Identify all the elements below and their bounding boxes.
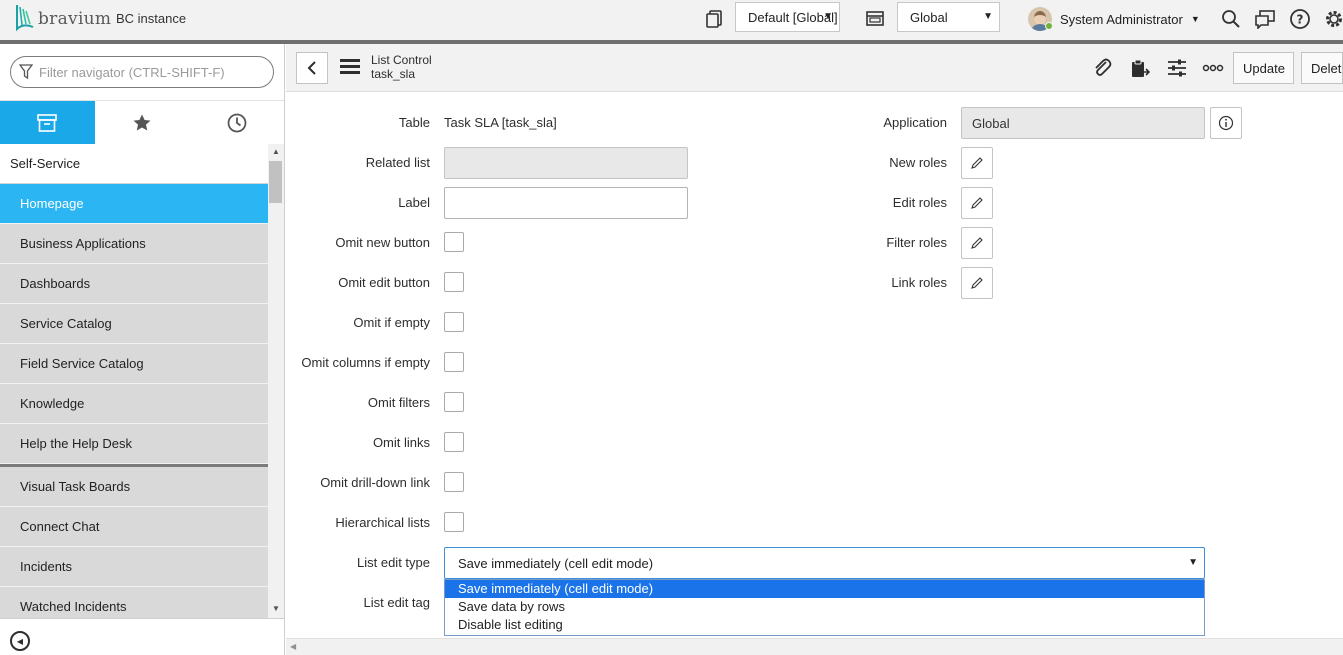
navigator-scrollbar[interactable]: ▲ ▼ xyxy=(268,144,284,618)
top-banner: bravium BC instance Default [Global] ▼ G… xyxy=(0,0,1343,40)
label-label: Label xyxy=(398,195,430,210)
omit-drill-down-link-checkbox[interactable] xyxy=(444,472,464,492)
logo[interactable]: bravium xyxy=(14,3,111,35)
user-name: System Administrator xyxy=(1060,11,1183,27)
omit-new-button-label: Omit new button xyxy=(335,235,430,250)
list-edit-type-dropdown: Save immediately (cell edit mode) Save d… xyxy=(444,579,1205,636)
form-header: List Control task_sla Update Delete xyxy=(286,44,1343,92)
omit-drill-down-link-label: Omit drill-down link xyxy=(320,475,430,490)
omit-links-checkbox[interactable] xyxy=(444,432,464,452)
list-edit-tag-label: List edit tag xyxy=(363,595,431,610)
list-edit-type-select[interactable]: Save immediately (cell edit mode) ▼ xyxy=(444,547,1205,579)
related-list-label: Related list xyxy=(365,155,430,170)
form-title: List Control task_sla xyxy=(371,53,432,81)
chevron-down-icon: ▼ xyxy=(983,11,993,22)
pencil-icon xyxy=(971,237,983,249)
navigator-footer: ◀ xyxy=(0,618,284,655)
help-icon[interactable]: ? xyxy=(1289,8,1311,30)
new-roles-label: New roles xyxy=(889,155,947,170)
scope-select[interactable]: Default [Global] ▼ xyxy=(735,2,840,32)
search-icon[interactable] xyxy=(1220,8,1242,30)
logo-text: bravium xyxy=(38,9,112,29)
instance-name: BC instance xyxy=(116,11,187,26)
info-icon xyxy=(1218,115,1234,131)
connect-chat-icon[interactable] xyxy=(1254,8,1276,30)
svg-text:?: ? xyxy=(1297,13,1304,27)
omit-new-button-checkbox[interactable] xyxy=(444,232,464,252)
application-select[interactable]: Global ▼ xyxy=(897,2,1000,32)
settings-sliders-icon[interactable] xyxy=(1165,56,1189,80)
gear-icon[interactable] xyxy=(1323,8,1343,30)
related-list-field xyxy=(444,147,688,179)
application-field: Global xyxy=(961,107,1205,139)
edit-roles-label: Edit roles xyxy=(892,195,947,210)
table-value: Task SLA [task_sla] xyxy=(444,115,557,130)
update-button[interactable]: Update xyxy=(1233,52,1294,84)
application-label: Application xyxy=(883,115,947,130)
label-field[interactable] xyxy=(444,187,688,219)
list-control-form: Table Task SLA [task_sla] Related list L… xyxy=(286,93,1343,638)
table-label: Table xyxy=(398,115,430,130)
navigator-list: Self-Service Homepage Business Applicati… xyxy=(0,144,268,618)
chevron-left-icon xyxy=(307,61,316,75)
hamburger-menu-icon[interactable] xyxy=(340,59,360,75)
more-options-icon[interactable] xyxy=(1201,56,1225,80)
omit-if-empty-label: Omit if empty xyxy=(353,315,430,330)
omit-links-label: Omit links xyxy=(372,435,430,450)
chevron-down-icon: ▼ xyxy=(1188,557,1198,568)
horizontal-scrollbar[interactable]: ◀ xyxy=(286,638,1343,655)
caret-down-icon: ▼ xyxy=(1190,14,1200,24)
omit-filters-checkbox[interactable] xyxy=(444,392,464,412)
hierarchical-lists-checkbox[interactable] xyxy=(444,512,464,532)
pencil-icon xyxy=(971,197,983,209)
edit-edit-roles-button[interactable] xyxy=(961,187,993,219)
hierarchical-lists-label: Hierarchical lists xyxy=(335,515,430,530)
dropdown-option-save-immediately[interactable]: Save immediately (cell edit mode) xyxy=(445,580,1204,598)
pencil-icon xyxy=(971,157,983,169)
collapse-navigator-button[interactable]: ◀ xyxy=(10,631,30,651)
paperclip-icon[interactable] xyxy=(1090,56,1114,80)
list-edit-type-value: Save immediately (cell edit mode) xyxy=(458,556,654,571)
application-value: Global xyxy=(972,116,1010,131)
domain-picker-icon[interactable] xyxy=(703,8,725,30)
link-roles-label: Link roles xyxy=(891,275,947,290)
edit-link-roles-button[interactable] xyxy=(961,267,993,299)
filter-roles-label: Filter roles xyxy=(886,235,947,250)
pencil-icon xyxy=(971,277,983,289)
application-picker-icon[interactable] xyxy=(864,8,886,30)
filter-icon xyxy=(19,64,33,80)
delete-button[interactable]: Delete xyxy=(1301,52,1343,84)
dropdown-option-disable-list-editing[interactable]: Disable list editing xyxy=(445,616,1204,634)
edit-new-roles-button[interactable] xyxy=(961,147,993,179)
dropdown-option-save-by-rows[interactable]: Save data by rows xyxy=(445,598,1204,616)
form-title-text: List Control xyxy=(371,53,432,67)
presence-indicator xyxy=(1045,22,1053,30)
edit-filter-roles-button[interactable] xyxy=(961,227,993,259)
scroll-left-arrow-icon[interactable]: ◀ xyxy=(290,642,296,651)
omit-edit-button-checkbox[interactable] xyxy=(444,272,464,292)
filter-navigator-placeholder: Filter navigator (CTRL-SHIFT-F) xyxy=(39,64,225,80)
back-button[interactable] xyxy=(296,52,328,84)
triangle-left-icon: ◀ xyxy=(16,636,24,646)
chevron-down-icon: ▼ xyxy=(823,11,833,22)
form-subtitle-text: task_sla xyxy=(371,67,416,81)
omit-if-empty-checkbox[interactable] xyxy=(444,312,464,332)
omit-columns-if-empty-checkbox[interactable] xyxy=(444,352,464,372)
bravium-logo-icon xyxy=(16,5,34,32)
clipboard-icon[interactable] xyxy=(1127,56,1151,80)
application-select-value: Global xyxy=(910,9,948,25)
omit-filters-label: Omit filters xyxy=(367,395,430,410)
user-menu[interactable]: System Administrator ▼ xyxy=(1028,5,1200,33)
application-info-button[interactable] xyxy=(1210,107,1242,139)
list-edit-type-label: List edit type xyxy=(357,555,430,570)
filter-navigator-input[interactable]: Filter navigator (CTRL-SHIFT-F) xyxy=(10,56,274,88)
omit-edit-button-label: Omit edit button xyxy=(338,275,430,290)
omit-columns-if-empty-label: Omit columns if empty xyxy=(301,355,430,370)
